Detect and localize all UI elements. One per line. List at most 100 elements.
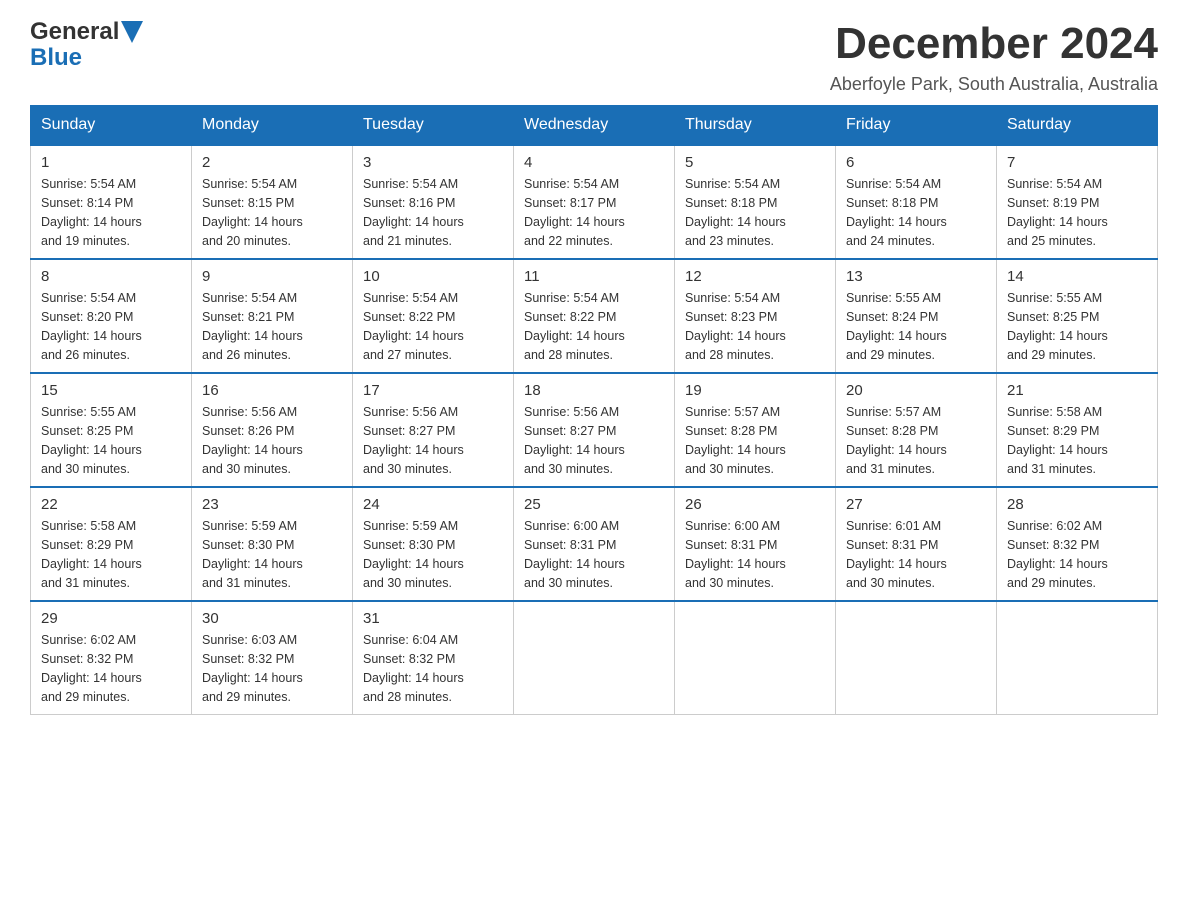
daylight-line2: and 28 minutes. (524, 348, 613, 362)
day-number: 11 (524, 268, 664, 285)
calendar-cell: 4Sunrise: 5:54 AMSunset: 8:17 PMDaylight… (514, 145, 675, 259)
sunset-text: Sunset: 8:14 PM (41, 196, 133, 210)
daylight-line1: Daylight: 14 hours (846, 443, 947, 457)
sunrise-text: Sunrise: 5:54 AM (524, 177, 619, 191)
daylight-line2: and 29 minutes. (846, 348, 935, 362)
sunrise-text: Sunrise: 5:55 AM (41, 405, 136, 419)
day-info: Sunrise: 5:54 AMSunset: 8:15 PMDaylight:… (202, 175, 342, 250)
day-info: Sunrise: 5:55 AMSunset: 8:25 PMDaylight:… (1007, 289, 1147, 364)
calendar-cell: 18Sunrise: 5:56 AMSunset: 8:27 PMDayligh… (514, 373, 675, 487)
daylight-line2: and 20 minutes. (202, 234, 291, 248)
day-info: Sunrise: 5:59 AM Sunset: 8:30 PM Daylight:… (202, 517, 342, 592)
sunset-text: Sunset: 8:27 PM (363, 424, 455, 438)
daylight-line2: and 30 minutes. (202, 462, 291, 476)
daylight-line1: Daylight: 14 hours (1007, 443, 1108, 457)
calendar-cell: 17Sunrise: 5:56 AMSunset: 8:27 PMDayligh… (353, 373, 514, 487)
daylight-line2: and 29 minutes. (41, 690, 130, 704)
month-year-title: December 2024 (830, 20, 1158, 68)
calendar-cell: 2Sunrise: 5:54 AMSunset: 8:15 PMDaylight… (192, 145, 353, 259)
day-number: 5 (685, 154, 825, 171)
day-info: Sunrise: 5:54 AMSunset: 8:14 PMDaylight:… (41, 175, 181, 250)
daylight-line2: and 23 minutes. (685, 234, 774, 248)
day-info: Sunrise: 6:02 AMSunset: 8:32 PMDaylight:… (1007, 517, 1147, 592)
sunset-text: Sunset: 8:17 PM (524, 196, 616, 210)
daylight-line1: Daylight: 14 hours (1007, 557, 1108, 571)
calendar-cell: 29Sunrise: 6:02 AMSunset: 8:32 PMDayligh… (31, 601, 192, 715)
sunrise-text: Sunrise: 5:58 AM (1007, 405, 1102, 419)
day-info: Sunrise: 5:54 AMSunset: 8:22 PMDaylight:… (524, 289, 664, 364)
daylight-line1: Daylight: 14 hours (685, 329, 786, 343)
calendar-cell: 5Sunrise: 5:54 AMSunset: 8:18 PMDaylight… (675, 145, 836, 259)
day-info: Sunrise: 5:54 AMSunset: 8:17 PMDaylight:… (524, 175, 664, 250)
day-info: Sunrise: 5:59 AMSunset: 8:30 PMDaylight:… (363, 517, 503, 592)
daylight-line1: Daylight: 14 hours (363, 443, 464, 457)
daylight-line2: and 31 minutes. (41, 576, 130, 590)
day-info: Sunrise: 5:57 AMSunset: 8:28 PMDaylight:… (685, 403, 825, 478)
day-info: Sunrise: 5:56 AM Sunset: 8:27 PM Daylight:… (363, 403, 503, 478)
calendar-cell: 21 Sunrise: 5:58 AM Sunset: 8:29 PM Dayligh… (997, 373, 1158, 487)
sunrise-text: Sunrise: 6:00 AM (685, 519, 780, 533)
daylight-line2: and 21 minutes. (363, 234, 452, 248)
day-number: 13 (846, 268, 986, 285)
day-info: Sunrise: 6:01 AMSunset: 8:31 PMDaylight:… (846, 517, 986, 592)
header-saturday: Saturday (997, 106, 1158, 146)
day-number: 26 (685, 496, 825, 513)
daylight-line1: Daylight: 14 hours (41, 443, 142, 457)
sunrise-text: Sunrise: 5:57 AM (685, 405, 780, 419)
sunrise-text: Sunrise: 6:04 AM (363, 633, 458, 647)
sunrise-text: Sunrise: 6:03 AM (202, 633, 297, 647)
sunset-text: Sunset: 8:29 PM (41, 538, 133, 552)
sunrise-text: Sunrise: 5:54 AM (363, 291, 458, 305)
sunset-text: Sunset: 8:21 PM (202, 310, 294, 324)
daylight-line1: Daylight: 14 hours (202, 671, 303, 685)
calendar-table: Sunday Monday Tuesday Wednesday Thursday… (30, 105, 1158, 715)
day-info: Sunrise: 5:54 AMSunset: 8:22 PMDaylight:… (363, 289, 503, 364)
day-info: Sunrise: 5:54 AMSunset: 8:20 PMDaylight:… (41, 289, 181, 364)
daylight-line1: Daylight: 14 hours (846, 329, 947, 343)
sunrise-text: Sunrise: 5:54 AM (363, 177, 458, 191)
sunrise-text: Sunrise: 5:56 AM (363, 405, 458, 419)
sunrise-text: Sunrise: 5:59 AM (202, 519, 297, 533)
sunset-text: Sunset: 8:32 PM (41, 652, 133, 666)
sunset-text: Sunset: 8:27 PM (524, 424, 616, 438)
daylight-line1: Daylight: 14 hours (202, 329, 303, 343)
day-number: 15 (41, 382, 181, 399)
daylight-line1: Daylight: 14 hours (363, 215, 464, 229)
week-row-4: 22Sunrise: 5:58 AMSunset: 8:29 PMDayligh… (31, 487, 1158, 601)
sunset-text: Sunset: 8:19 PM (1007, 196, 1099, 210)
day-info: Sunrise: 6:02 AMSunset: 8:32 PMDaylight:… (41, 631, 181, 706)
day-number: 3 (363, 154, 503, 171)
day-info: Sunrise: 5:56 AMSunset: 8:26 PMDaylight:… (202, 403, 342, 478)
daylight-line2: and 26 minutes. (202, 348, 291, 362)
daylight-line2: and 30 minutes. (846, 576, 935, 590)
logo-triangle-icon (121, 21, 143, 43)
header-tuesday: Tuesday (353, 106, 514, 146)
day-number: 25 (524, 496, 664, 513)
day-info: Sunrise: 5:55 AMSunset: 8:24 PMDaylight:… (846, 289, 986, 364)
calendar-cell: 15 Sunrise: 5:55 AM Sunset: 8:25 PM Dayligh… (31, 373, 192, 487)
sunset-text: Sunset: 8:32 PM (202, 652, 294, 666)
sunset-text: Sunset: 8:30 PM (202, 538, 294, 552)
week-row-5: 29Sunrise: 6:02 AMSunset: 8:32 PMDayligh… (31, 601, 1158, 715)
calendar-cell: 28Sunrise: 6:02 AMSunset: 8:32 PMDayligh… (997, 487, 1158, 601)
sunrise-text: Sunrise: 5:54 AM (41, 177, 136, 191)
daylight-line1: Daylight: 14 hours (41, 329, 142, 343)
daylight-line1: Daylight: 14 hours (202, 557, 303, 571)
sunset-text: Sunset: 8:32 PM (363, 652, 455, 666)
day-info: Sunrise: 5:58 AM Sunset: 8:29 PM Daylight:… (1007, 403, 1147, 478)
sunrise-text: Sunrise: 6:01 AM (846, 519, 941, 533)
logo-block: GeneralBlue (30, 20, 143, 70)
sunset-text: Sunset: 8:29 PM (1007, 424, 1099, 438)
sunset-text: Sunset: 8:25 PM (1007, 310, 1099, 324)
sunset-text: Sunset: 8:15 PM (202, 196, 294, 210)
day-number: 21 (1007, 382, 1147, 399)
day-info: Sunrise: 5:54 AMSunset: 8:18 PMDaylight:… (846, 175, 986, 250)
daylight-line1: Daylight: 14 hours (363, 671, 464, 685)
daylight-line1: Daylight: 14 hours (41, 671, 142, 685)
sunrise-text: Sunrise: 5:55 AM (846, 291, 941, 305)
week-row-2: 8Sunrise: 5:54 AMSunset: 8:20 PMDaylight… (31, 259, 1158, 373)
calendar-cell: 26Sunrise: 6:00 AMSunset: 8:31 PMDayligh… (675, 487, 836, 601)
calendar-cell: 25Sunrise: 6:00 AMSunset: 8:31 PMDayligh… (514, 487, 675, 601)
sunset-text: Sunset: 8:25 PM (41, 424, 133, 438)
daylight-line2: and 31 minutes. (202, 576, 291, 590)
